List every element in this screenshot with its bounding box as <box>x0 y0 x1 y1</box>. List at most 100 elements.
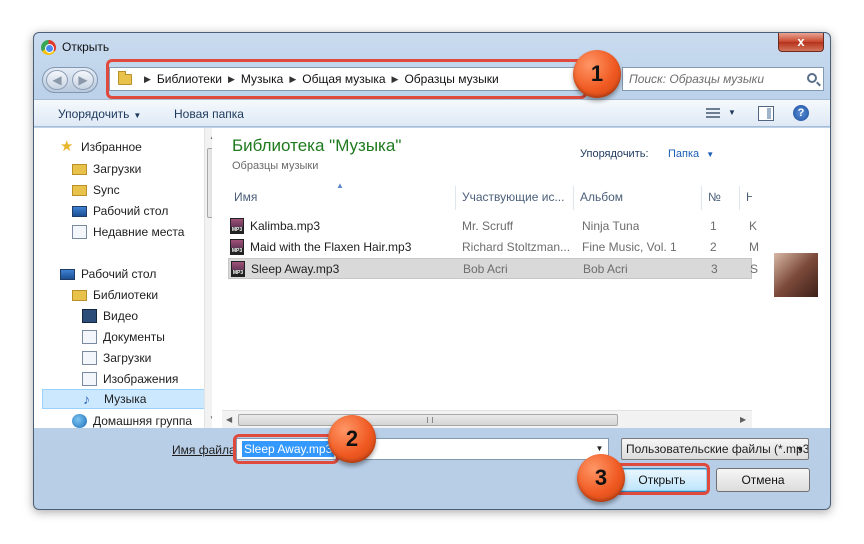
search-icon[interactable] <box>807 73 817 83</box>
picture-icon <box>82 372 97 386</box>
file-extra: M <box>749 240 759 254</box>
organize-button[interactable]: Упорядочить ▼ <box>58 107 141 121</box>
sidebar-item-label: Видео <box>103 309 139 323</box>
sidebar-item-favorites[interactable]: ★ Избранное <box>60 137 142 157</box>
preview-pane-icon[interactable] <box>758 106 774 121</box>
filetype-select[interactable]: Пользовательские файлы (*.mp3) ▼ <box>621 438 809 460</box>
arrange-by-dropdown[interactable]: Папка ▼ <box>668 148 714 160</box>
file-extra: S <box>750 262 759 276</box>
callout-filename <box>233 434 339 464</box>
content-area: ★ Избранное Загрузки Sync Рабочий стол Н… <box>34 128 830 428</box>
toolbar: Упорядочить ▼ Новая папка ▼ ? <box>34 99 830 127</box>
back-button[interactable]: ◀ <box>46 70 68 90</box>
title-bar[interactable]: Открыть x <box>34 33 830 61</box>
file-list-pane: Библиотека "Музыка" Образцы музыки Упоря… <box>222 128 759 428</box>
search-input[interactable]: Поиск: Образцы музыки <box>622 67 824 91</box>
scroll-right-icon[interactable]: ▶ <box>740 415 746 424</box>
chevron-down-icon[interactable]: ▼ <box>728 108 736 117</box>
cancel-button[interactable]: Отмена <box>716 468 810 492</box>
table-row-selected[interactable]: Sleep Away.mp3 Bob Acri Bob Acri 3 S <box>228 258 758 279</box>
file-album: Bob Acri <box>583 262 628 276</box>
library-subtitle: Образцы музыки <box>232 160 319 172</box>
new-folder-button[interactable]: Новая папка <box>174 107 244 121</box>
navigation-pane: ★ Избранное Загрузки Sync Рабочий стол Н… <box>42 128 212 428</box>
step-marker-1: 1 <box>573 50 621 98</box>
mp3-file-icon <box>230 218 244 234</box>
view-list-icon[interactable] <box>706 108 720 120</box>
window-title: Открыть <box>62 40 110 54</box>
column-header-title[interactable]: Н <box>740 186 752 210</box>
sidebar-item-label: Недавние места <box>93 225 185 239</box>
filetype-value: Пользовательские файлы (*.mp3) <box>626 442 809 456</box>
step-marker-3: 3 <box>577 454 625 502</box>
scroll-left-icon[interactable]: ◀ <box>226 415 232 424</box>
sidebar-item-label: Рабочий стол <box>81 267 157 281</box>
monitor-icon <box>60 268 75 280</box>
mp3-file-icon <box>231 261 245 277</box>
nav-buttons: ◀ ▶ <box>42 67 98 93</box>
sidebar-item-label: Загрузки <box>103 351 152 365</box>
sidebar-item-recent-places[interactable]: Недавние места <box>72 222 184 242</box>
sidebar-item-pictures[interactable]: Изображения <box>82 369 178 389</box>
video-icon <box>82 309 97 323</box>
filename-label: Имя файла: <box>172 443 239 457</box>
file-extra: K <box>749 219 758 233</box>
mp3-file-icon <box>230 239 244 255</box>
file-name: Maid with the Flaxen Hair.mp3 <box>250 240 412 254</box>
sidebar-item-desktop-root[interactable]: Рабочий стол <box>60 264 156 284</box>
scroll-up-icon[interactable]: ▲ <box>209 132 212 141</box>
sidebar-item-desktop[interactable]: Рабочий стол <box>72 201 168 221</box>
sidebar-item-documents[interactable]: Документы <box>82 327 165 347</box>
file-number: 2 <box>710 240 717 254</box>
hscroll-thumb[interactable] <box>238 414 618 426</box>
sidebar-item-label: Загрузки <box>93 162 142 176</box>
file-number: 1 <box>710 219 717 233</box>
callout-open-button <box>612 463 710 495</box>
arrange-by-value: Папка <box>668 148 700 160</box>
file-list-hscrollbar[interactable]: ◀ ▶ <box>222 410 752 428</box>
scroll-down-icon[interactable]: ▼ <box>209 414 212 423</box>
sidebar-scroll-thumb[interactable] <box>207 148 212 218</box>
file-artist: Richard Stoltzman... <box>462 240 571 254</box>
document-icon <box>82 330 97 344</box>
forward-button[interactable]: ▶ <box>72 70 94 90</box>
search-placeholder: Поиск: Образцы музыки <box>629 72 764 86</box>
sidebar-item-label: Музыка <box>104 392 147 406</box>
column-header-name[interactable]: Имя <box>228 186 456 210</box>
sidebar-item-sync[interactable]: Sync <box>72 180 120 200</box>
sidebar-item-lib-downloads[interactable]: Загрузки <box>82 348 151 368</box>
star-icon: ★ <box>60 138 74 155</box>
help-icon[interactable]: ? <box>793 105 809 121</box>
music-icon: ♪ <box>83 391 90 407</box>
grip-icon <box>427 417 433 423</box>
sidebar-item-label: Домашняя группа <box>93 414 193 428</box>
dialog-footer: Имя файла: Sleep Away.mp3 ▼ Пользователь… <box>34 428 830 509</box>
file-number: 3 <box>711 262 718 276</box>
download-icon <box>82 351 97 365</box>
sidebar-item-downloads[interactable]: Загрузки <box>72 159 141 179</box>
sidebar-item-label: Избранное <box>81 140 142 154</box>
sidebar-scrollbar[interactable]: ▲ ▼ <box>204 128 212 428</box>
monitor-icon <box>72 205 87 217</box>
file-album: Fine Music, Vol. 1 <box>582 240 677 254</box>
sidebar-item-label: Рабочий стол <box>93 204 169 218</box>
library-title: Библиотека "Музыка" <box>232 136 402 155</box>
library-icon <box>72 289 87 301</box>
file-name: Kalimba.mp3 <box>250 219 321 233</box>
sidebar-item-video[interactable]: Видео <box>82 306 138 326</box>
table-row[interactable]: Maid with the Flaxen Hair.mp3 Richard St… <box>228 237 759 258</box>
column-header-album[interactable]: Альбом <box>574 186 702 210</box>
close-button[interactable]: x <box>778 33 824 52</box>
arrange-by-label: Упорядочить: <box>580 148 649 160</box>
column-header-artists[interactable]: Участвующие ис... <box>456 186 574 210</box>
homegroup-icon <box>72 414 87 428</box>
sidebar-item-label: Библиотеки <box>93 288 159 302</box>
folder-icon <box>72 184 87 196</box>
sidebar-item-music[interactable]: ♪ Музыка <box>42 389 212 409</box>
chevron-down-icon: ▼ <box>133 111 142 120</box>
column-header-number[interactable]: № <box>702 186 740 210</box>
sidebar-item-homegroup[interactable]: Домашняя группа <box>72 411 192 428</box>
table-row[interactable]: Kalimba.mp3 Mr. Scruff Ninja Tuna 1 K <box>228 216 757 237</box>
file-artist: Bob Acri <box>463 262 508 276</box>
sidebar-item-libraries[interactable]: Библиотеки <box>72 285 158 305</box>
